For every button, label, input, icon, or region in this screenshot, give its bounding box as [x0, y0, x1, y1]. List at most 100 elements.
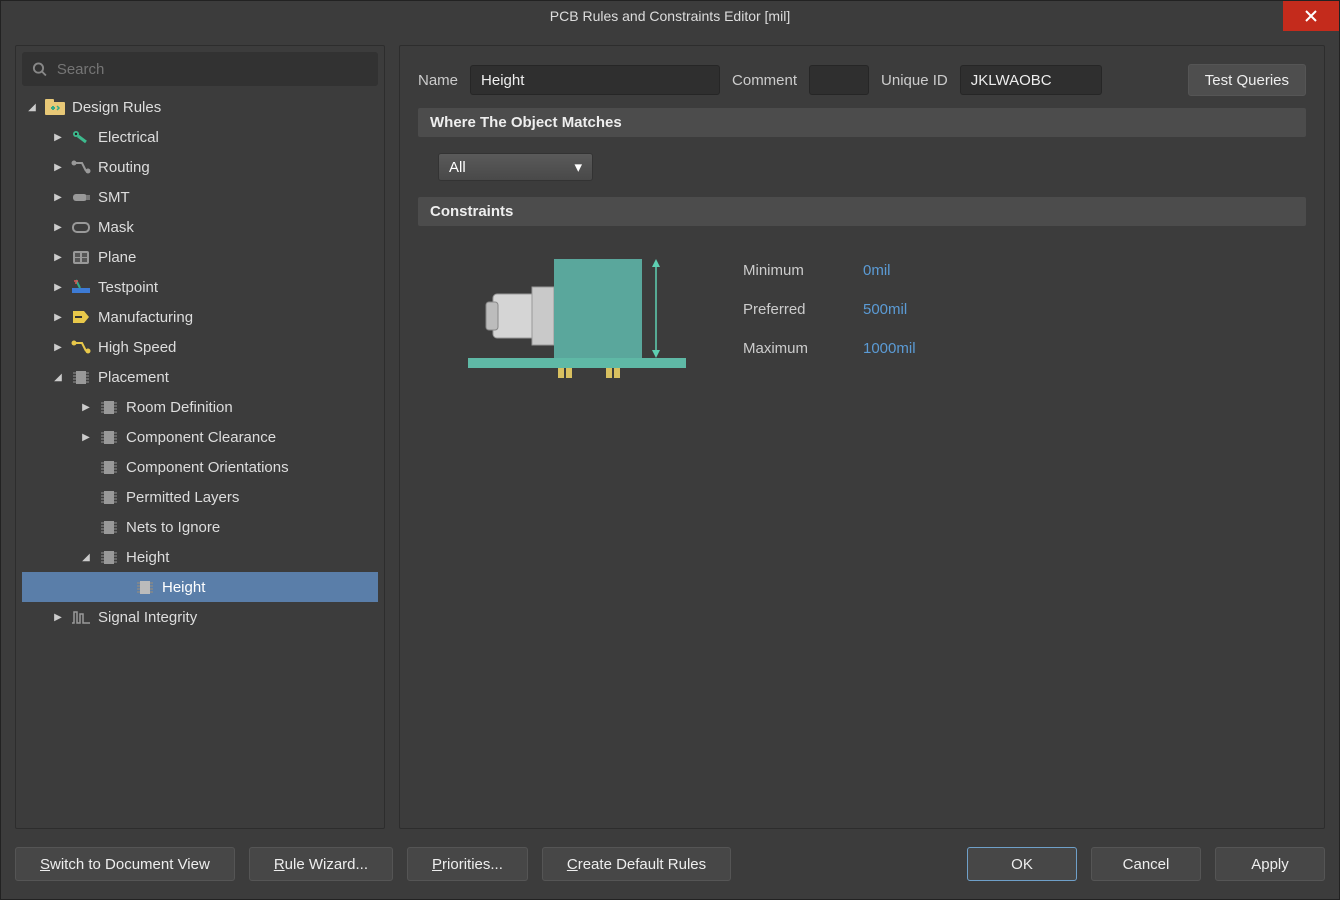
tree-label: High Speed	[98, 339, 176, 356]
unique-id-input[interactable]	[960, 65, 1102, 95]
tree-item-testpoint[interactable]: ▶ Testpoint	[22, 272, 378, 302]
unique-id-label: Unique ID	[881, 72, 948, 89]
electrical-icon	[70, 127, 92, 147]
minimum-value[interactable]: 0mil	[863, 262, 983, 279]
rule-wizard-button[interactable]: Rule Wizard...	[249, 847, 393, 881]
name-label: Name	[418, 72, 458, 89]
tree-label: Plane	[98, 249, 136, 266]
priorities-button[interactable]: Priorities...	[407, 847, 528, 881]
tree-label: Component Orientations	[126, 459, 289, 476]
placement-icon	[98, 487, 120, 507]
ok-button[interactable]: OK	[967, 847, 1077, 881]
sidebar: ◢ Design Rules ▶ Electrical ▶ Routing	[15, 45, 385, 829]
tree-label: Room Definition	[126, 399, 233, 416]
search-box[interactable]	[22, 52, 378, 86]
placement-icon	[98, 517, 120, 537]
tree-label: Placement	[98, 369, 169, 386]
tree-item-room-definition[interactable]: ▶ Room Definition	[22, 392, 378, 422]
rule-editor-panel: Name Comment Unique ID Test Queries Wher…	[399, 45, 1325, 829]
tree-label: Routing	[98, 159, 150, 176]
tree-label: SMT	[98, 189, 130, 206]
tree-item-routing[interactable]: ▶ Routing	[22, 152, 378, 182]
expander-closed-icon[interactable]: ▶	[80, 431, 92, 443]
tree-item-permitted-layers[interactable]: ▶ Permitted Layers	[22, 482, 378, 512]
tree-item-smt[interactable]: ▶ SMT	[22, 182, 378, 212]
manufacturing-icon	[70, 307, 92, 327]
expander-closed-icon[interactable]: ▶	[52, 341, 64, 353]
scope-value: All	[449, 159, 466, 176]
smt-icon	[70, 187, 92, 207]
expander-closed-icon[interactable]: ▶	[52, 131, 64, 143]
signal-integrity-icon	[70, 607, 92, 627]
tree-item-mask[interactable]: ▶ Mask	[22, 212, 378, 242]
scope-dropdown[interactable]: All ▾	[438, 153, 593, 181]
maximum-value[interactable]: 1000mil	[863, 340, 983, 357]
tree-label: Signal Integrity	[98, 609, 197, 626]
routing-icon	[70, 157, 92, 177]
plane-icon	[70, 247, 92, 267]
tree-label: Design Rules	[72, 99, 161, 116]
footer: Switch to Document View Rule Wizard... P…	[1, 843, 1339, 899]
test-queries-button[interactable]: Test Queries	[1188, 64, 1306, 96]
expander-open-icon[interactable]: ◢	[52, 371, 64, 383]
placement-icon	[98, 427, 120, 447]
tree-item-height-category[interactable]: ◢ Height	[22, 542, 378, 572]
close-button[interactable]	[1283, 1, 1339, 31]
tree-item-electrical[interactable]: ▶ Electrical	[22, 122, 378, 152]
expander-closed-icon[interactable]: ▶	[80, 401, 92, 413]
cancel-button[interactable]: Cancel	[1091, 847, 1201, 881]
tree-label: Permitted Layers	[126, 489, 239, 506]
tree-label: Component Clearance	[126, 429, 276, 446]
tree-item-high-speed[interactable]: ▶ High Speed	[22, 332, 378, 362]
tree-label: Manufacturing	[98, 309, 193, 326]
expander-closed-icon[interactable]: ▶	[52, 161, 64, 173]
high-speed-icon	[70, 337, 92, 357]
testpoint-icon	[70, 277, 92, 297]
placement-icon	[70, 367, 92, 387]
tree-item-signal-integrity[interactable]: ▶ Signal Integrity	[22, 602, 378, 632]
placement-icon	[134, 577, 156, 597]
apply-button[interactable]: Apply	[1215, 847, 1325, 881]
search-input[interactable]	[57, 61, 368, 78]
mask-icon	[70, 217, 92, 237]
expander-closed-icon[interactable]: ▶	[52, 251, 64, 263]
placement-icon	[98, 397, 120, 417]
folder-icon	[44, 97, 66, 117]
window-title: PCB Rules and Constraints Editor [mil]	[550, 8, 790, 24]
name-input[interactable]	[470, 65, 720, 95]
expander-closed-icon[interactable]: ▶	[52, 191, 64, 203]
expander-open-icon[interactable]: ◢	[80, 551, 92, 563]
height-diagram	[458, 254, 698, 384]
preferred-value[interactable]: 500mil	[863, 301, 983, 318]
create-default-rules-button[interactable]: Create Default Rules	[542, 847, 731, 881]
tree-item-height-rule[interactable]: Height	[22, 572, 378, 602]
tree-label: Height	[126, 549, 169, 566]
placement-icon	[98, 547, 120, 567]
comment-label: Comment	[732, 72, 797, 89]
maximum-label: Maximum	[743, 340, 863, 357]
expander-closed-icon[interactable]: ▶	[52, 221, 64, 233]
titlebar: PCB Rules and Constraints Editor [mil]	[1, 1, 1339, 31]
tree-item-nets-to-ignore[interactable]: ▶ Nets to Ignore	[22, 512, 378, 542]
expander-closed-icon[interactable]: ▶	[52, 611, 64, 623]
tree-label: Mask	[98, 219, 134, 236]
tree-item-design-rules[interactable]: ◢ Design Rules	[22, 92, 378, 122]
tree-item-manufacturing[interactable]: ▶ Manufacturing	[22, 302, 378, 332]
placement-icon	[98, 457, 120, 477]
tree-label: Height	[162, 579, 205, 596]
tree-item-component-clearance[interactable]: ▶ Component Clearance	[22, 422, 378, 452]
expander-closed-icon[interactable]: ▶	[52, 281, 64, 293]
constraints-header: Constraints	[418, 197, 1306, 226]
where-matches-header: Where The Object Matches	[418, 108, 1306, 137]
tree-item-plane[interactable]: ▶ Plane	[22, 242, 378, 272]
expander-closed-icon[interactable]: ▶	[52, 311, 64, 323]
switch-view-button[interactable]: Switch to Document View	[15, 847, 235, 881]
expander-open-icon[interactable]: ◢	[26, 101, 38, 113]
search-icon	[32, 61, 47, 77]
tree-item-placement[interactable]: ◢ Placement	[22, 362, 378, 392]
tree-item-component-orientations[interactable]: ▶ Component Orientations	[22, 452, 378, 482]
rules-tree: ◢ Design Rules ▶ Electrical ▶ Routing	[22, 92, 378, 822]
comment-input[interactable]	[809, 65, 869, 95]
tree-label: Electrical	[98, 129, 159, 146]
tree-label: Nets to Ignore	[126, 519, 220, 536]
